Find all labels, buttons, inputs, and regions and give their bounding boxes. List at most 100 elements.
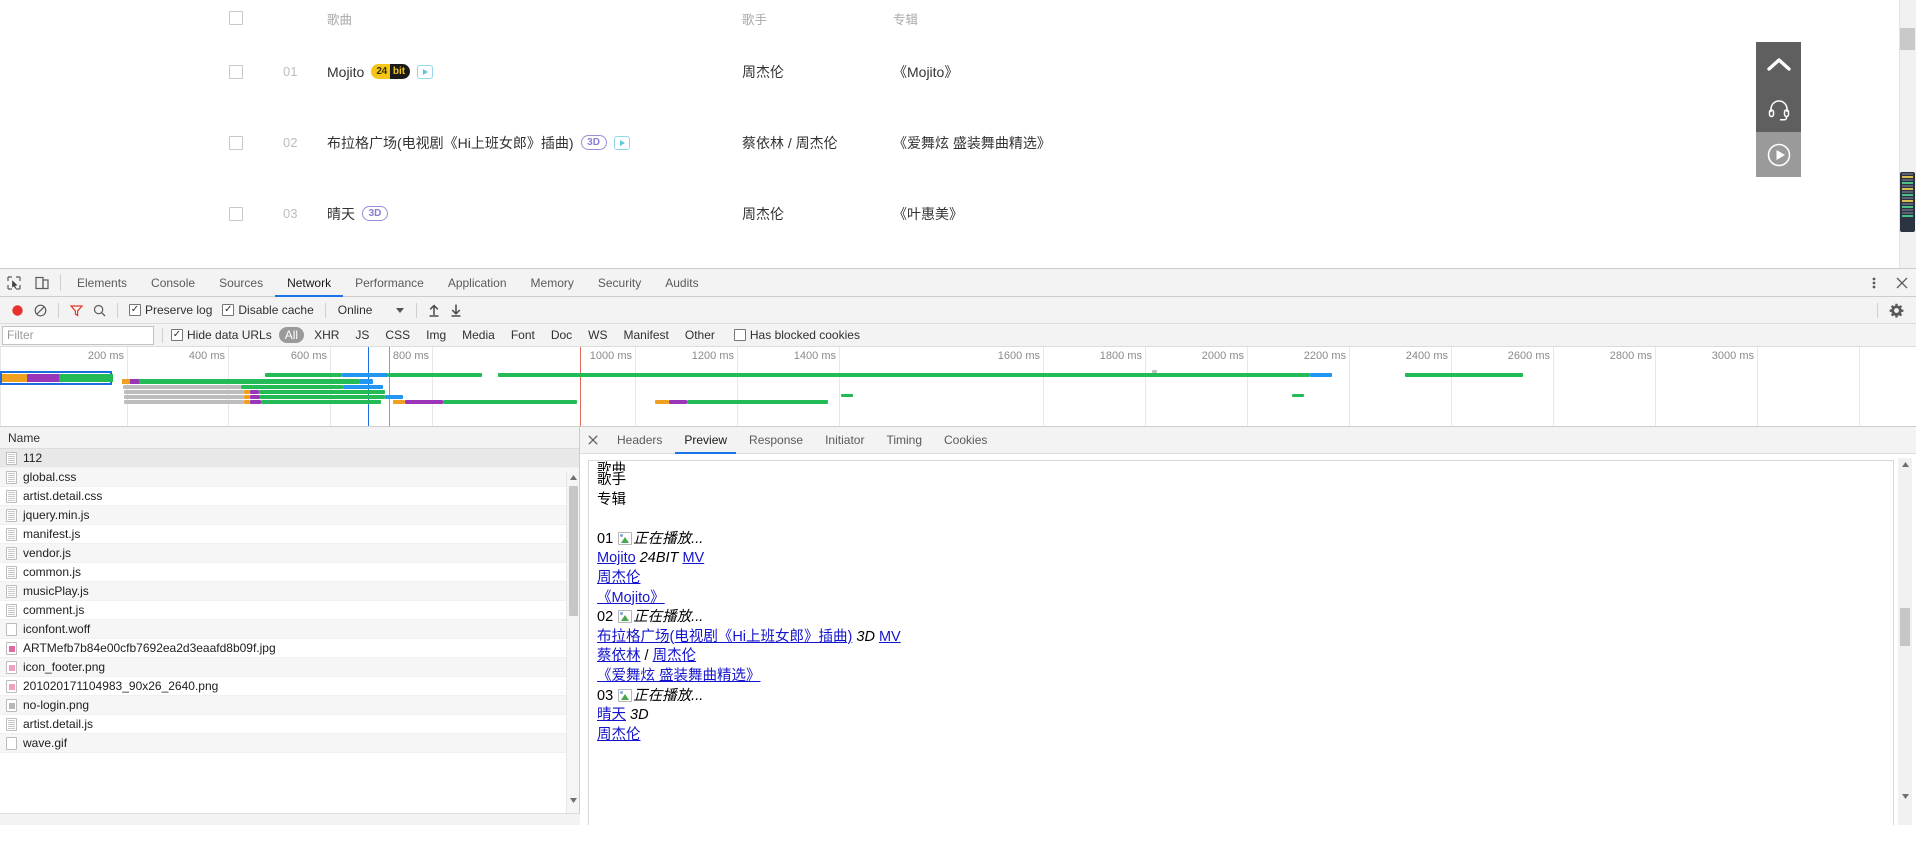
row-album[interactable]: 《Mojito》 — [893, 62, 1293, 82]
scroll-down-icon[interactable] — [567, 794, 579, 807]
row-checkbox[interactable] — [229, 64, 243, 79]
table-row[interactable]: 02 布拉格广场(电视剧《Hi上班女郎》插曲) 3D 蔡依林 / 周杰伦 《爱舞… — [0, 107, 1880, 178]
list-item[interactable]: ARTMefb7b84e00cfb7692ea2d3eaafd8b09f.jpg — [0, 639, 579, 658]
request-scrollbar-thumb[interactable] — [569, 486, 578, 616]
preview-scrollbar[interactable] — [1898, 458, 1912, 825]
list-item[interactable]: no-login.png — [0, 696, 579, 715]
throttling-select[interactable]: Online — [332, 303, 411, 317]
table-row[interactable]: 01 Mojito 24 bit 周杰伦 《Mojito》 — [0, 36, 1880, 107]
tab-security[interactable]: Security — [586, 269, 653, 296]
list-item[interactable]: global.css — [0, 468, 579, 487]
type-filter-css[interactable]: CSS — [379, 327, 416, 343]
network-overview-timeline[interactable]: 200 ms 400 ms 600 ms 800 ms 1000 ms 1200… — [0, 347, 1916, 427]
filter-button[interactable] — [65, 297, 88, 323]
tab-headers[interactable]: Headers — [606, 427, 673, 453]
import-har-button[interactable] — [423, 297, 445, 323]
list-item[interactable]: artist.detail.css — [0, 487, 579, 506]
type-filter-doc[interactable]: Doc — [545, 327, 578, 343]
preview-album-link[interactable]: 《爱舞炫 盛装舞曲精选》 — [597, 668, 761, 684]
mv-play-icon[interactable] — [613, 135, 630, 150]
list-item[interactable]: comment.js — [0, 601, 579, 620]
page-scrollbar[interactable] — [1899, 0, 1916, 268]
list-item[interactable]: jquery.min.js — [0, 506, 579, 525]
table-row[interactable]: 03 晴天 3D 周杰伦 《叶惠美》 — [0, 178, 1880, 249]
mini-player-button[interactable] — [1756, 132, 1801, 177]
scroll-up-icon[interactable] — [1898, 458, 1912, 471]
settings-icon[interactable] — [1884, 303, 1916, 318]
type-filter-font[interactable]: Font — [505, 327, 541, 343]
type-filter-js[interactable]: JS — [349, 327, 375, 343]
type-filter-xhr[interactable]: XHR — [308, 327, 345, 343]
request-list[interactable]: 112 global.css artist.detail.css jquery.… — [0, 449, 579, 825]
tab-memory[interactable]: Memory — [519, 269, 586, 296]
tab-console[interactable]: Console — [139, 269, 207, 296]
list-item[interactable]: icon_footer.png — [0, 658, 579, 677]
tab-elements[interactable]: Elements — [65, 269, 139, 296]
list-item[interactable]: artist.detail.js — [0, 715, 579, 734]
type-filter-ws[interactable]: WS — [582, 327, 613, 343]
list-item[interactable]: common.js — [0, 563, 579, 582]
search-icon[interactable] — [88, 297, 111, 323]
preview-artist-link-2[interactable]: 周杰伦 — [653, 648, 697, 664]
song-title-link[interactable]: 布拉格广场(电视剧《Hi上班女郎》插曲) — [327, 133, 574, 153]
preview-iframe[interactable]: 歌曲 歌手 专辑 01 正在播放... Mojito 24BIT MV 周杰伦 … — [588, 460, 1894, 825]
export-har-button[interactable] — [445, 297, 467, 323]
preserve-log-checkbox[interactable]: Preserve log — [124, 297, 217, 323]
row-checkbox[interactable] — [229, 206, 243, 221]
row-checkbox[interactable] — [229, 135, 243, 150]
preview-artist-link[interactable]: 蔡依林 — [597, 648, 641, 664]
inspect-element-icon[interactable] — [0, 269, 28, 296]
tab-performance[interactable]: Performance — [343, 269, 436, 296]
page-scrollbar-thumb[interactable] — [1900, 28, 1915, 50]
close-detail-icon[interactable] — [580, 427, 606, 453]
device-toolbar-icon[interactable] — [28, 269, 56, 296]
tab-application[interactable]: Application — [436, 269, 519, 296]
request-list-scrollbar[interactable] — [566, 471, 579, 825]
list-item[interactable]: wave.gif — [0, 734, 579, 753]
request-column-header[interactable]: Name — [0, 427, 579, 449]
row-artist[interactable]: 蔡依林 / 周杰伦 — [742, 133, 893, 153]
list-item[interactable]: musicPlay.js — [0, 582, 579, 601]
preview-scrollbar-thumb[interactable] — [1900, 608, 1910, 646]
record-button[interactable] — [6, 297, 29, 323]
list-item[interactable]: 112 — [0, 449, 579, 468]
tab-network[interactable]: Network — [275, 269, 344, 297]
headset-service-button[interactable] — [1756, 87, 1801, 132]
preview-song-link[interactable]: 布拉格广场(电视剧《Hi上班女郎》插曲) — [597, 629, 852, 645]
tab-sources[interactable]: Sources — [207, 269, 275, 296]
tab-preview[interactable]: Preview — [673, 427, 738, 454]
row-album[interactable]: 《爱舞炫 盛装舞曲精选》 — [893, 133, 1293, 153]
list-item[interactable]: 201020171104983_90x26_2640.png — [0, 677, 579, 696]
disable-cache-checkbox[interactable]: Disable cache — [217, 297, 318, 323]
row-artist[interactable]: 周杰伦 — [742, 204, 893, 224]
tab-audits[interactable]: Audits — [653, 269, 710, 296]
tab-timing[interactable]: Timing — [875, 427, 933, 453]
preview-mv-link[interactable]: MV — [879, 629, 901, 645]
preview-artist-link[interactable]: 周杰伦 — [597, 570, 641, 586]
list-item[interactable]: manifest.js — [0, 525, 579, 544]
hide-data-urls-checkbox[interactable]: Hide data URLs — [171, 324, 277, 346]
mv-play-icon[interactable] — [417, 64, 434, 79]
song-title-link[interactable]: Mojito — [327, 64, 364, 80]
type-filter-img[interactable]: Img — [420, 327, 452, 343]
row-album[interactable]: 《叶惠美》 — [893, 204, 1293, 224]
list-item[interactable]: iconfont.woff — [0, 620, 579, 639]
list-item[interactable]: vendor.js — [0, 544, 579, 563]
tab-response[interactable]: Response — [738, 427, 814, 453]
type-filter-other[interactable]: Other — [679, 327, 721, 343]
tab-cookies[interactable]: Cookies — [933, 427, 998, 453]
more-options-icon[interactable] — [1860, 276, 1888, 290]
tab-initiator[interactable]: Initiator — [814, 427, 875, 453]
type-filter-manifest[interactable]: Manifest — [618, 327, 675, 343]
preview-song-link[interactable]: Mojito — [597, 550, 636, 566]
preview-mv-link[interactable]: MV — [682, 550, 704, 566]
row-artist[interactable]: 周杰伦 — [742, 62, 893, 82]
scroll-to-top-button[interactable] — [1756, 42, 1801, 87]
close-icon[interactable] — [1888, 277, 1916, 289]
preview-album-link[interactable]: 《Mojito》 — [597, 590, 665, 606]
scroll-up-icon[interactable] — [567, 471, 579, 484]
page-minimap-thumb[interactable] — [1900, 172, 1915, 232]
type-filter-media[interactable]: Media — [456, 327, 501, 343]
select-all-checkbox[interactable] — [229, 11, 243, 25]
preview-artist-link[interactable]: 周杰伦 — [597, 727, 641, 743]
